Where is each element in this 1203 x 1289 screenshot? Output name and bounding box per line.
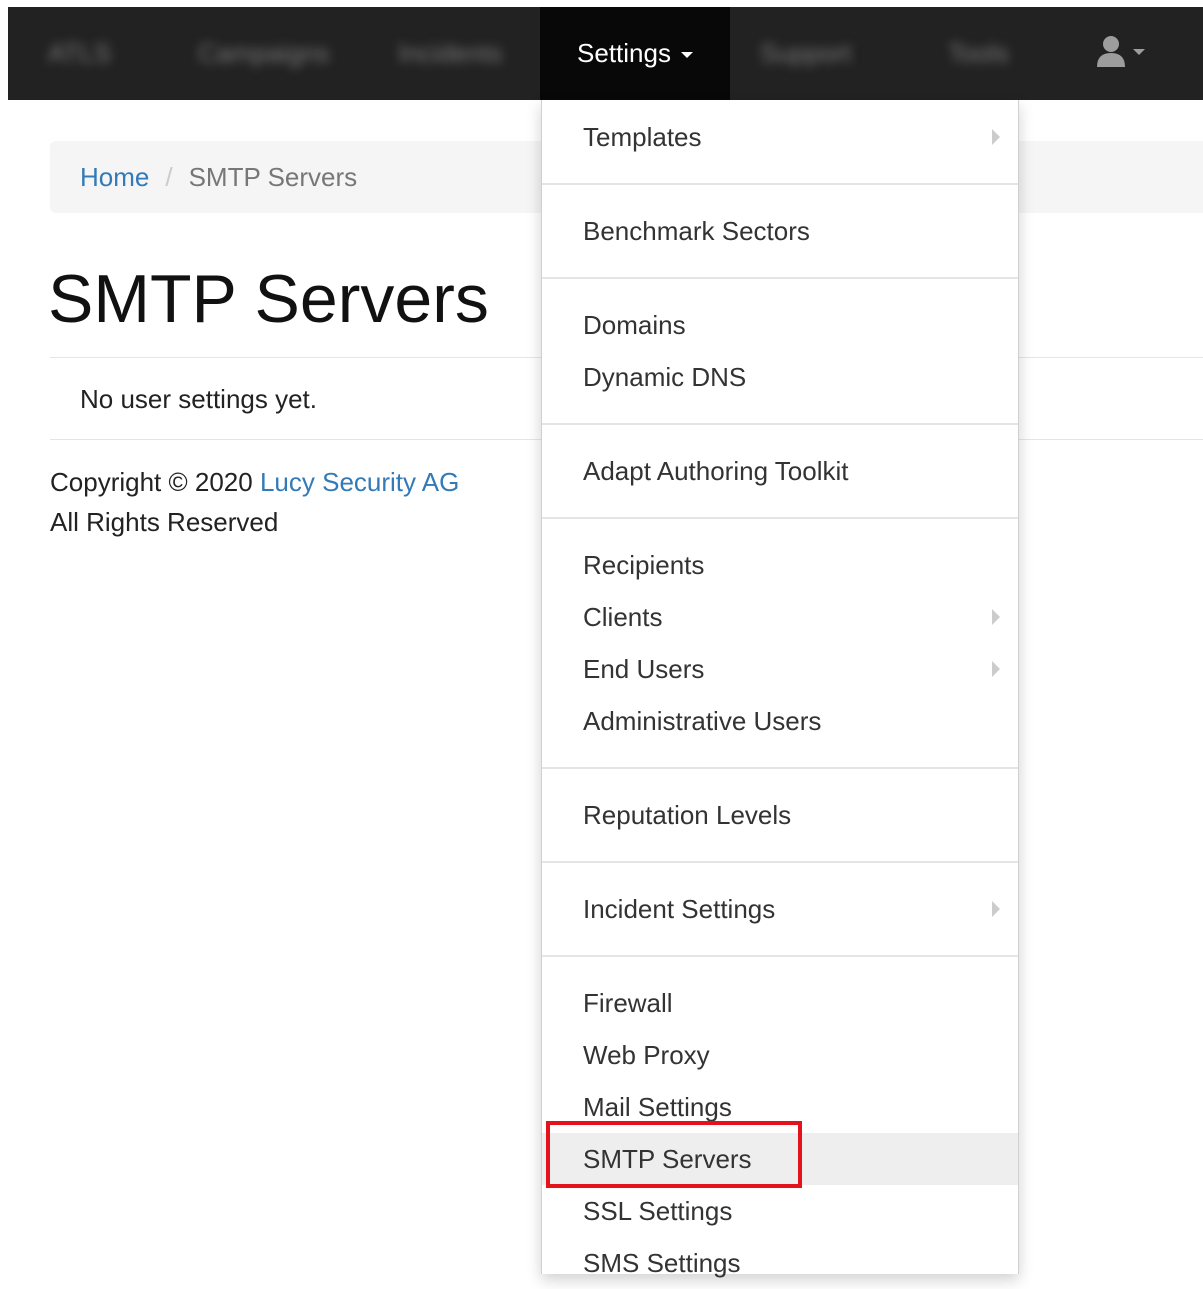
caret-down-icon bbox=[680, 52, 693, 59]
menu-item-ssl-settings[interactable]: SSL Settings bbox=[542, 1185, 1018, 1237]
settings-dropdown-menu: Templates Benchmark Sectors Domains Dyna… bbox=[541, 100, 1019, 1278]
menu-divider bbox=[542, 861, 1018, 863]
breadcrumb-separator: / bbox=[165, 162, 173, 192]
nav-campaigns[interactable]: Campaigns bbox=[198, 7, 330, 100]
menu-item-label: Adapt Authoring Toolkit bbox=[583, 456, 849, 486]
menu-item-label: Incident Settings bbox=[583, 894, 776, 924]
menu-item-domains[interactable]: Domains bbox=[542, 299, 1018, 351]
menu-divider bbox=[542, 955, 1018, 957]
menu-divider bbox=[542, 277, 1018, 279]
nav-settings[interactable]: Settings bbox=[540, 7, 730, 100]
menu-item-label: Dynamic DNS bbox=[583, 362, 747, 392]
menu-item-label: Web Proxy bbox=[583, 1040, 710, 1070]
menu-item-web-proxy[interactable]: Web Proxy bbox=[542, 1029, 1018, 1081]
user-icon bbox=[1097, 36, 1145, 67]
menu-item-label: Firewall bbox=[583, 988, 673, 1018]
nav-tools[interactable]: Tools bbox=[948, 7, 1009, 100]
rights-text: All Rights Reserved bbox=[50, 507, 279, 537]
menu-item-incident-settings[interactable]: Incident Settings bbox=[542, 883, 1018, 935]
menu-item-label: Templates bbox=[583, 122, 702, 152]
breadcrumb-current: SMTP Servers bbox=[188, 162, 358, 192]
copyright-text: Copyright © 2020 bbox=[50, 467, 260, 497]
menu-item-recipients[interactable]: Recipients bbox=[542, 539, 1018, 591]
menu-item-administrative-users[interactable]: Administrative Users bbox=[542, 695, 1018, 747]
menu-item-clients[interactable]: Clients bbox=[542, 591, 1018, 643]
menu-item-adapt-authoring-toolkit[interactable]: Adapt Authoring Toolkit bbox=[542, 445, 1018, 497]
menu-item-reputation-levels[interactable]: Reputation Levels bbox=[542, 789, 1018, 841]
menu-divider bbox=[542, 423, 1018, 425]
submenu-arrow-icon bbox=[992, 901, 1000, 917]
submenu-arrow-icon bbox=[992, 661, 1000, 677]
menu-item-benchmark-sectors[interactable]: Benchmark Sectors bbox=[542, 205, 1018, 257]
menu-item-sms-settings[interactable]: SMS Settings bbox=[542, 1237, 1018, 1289]
page-title: SMTP Servers bbox=[48, 261, 489, 337]
brand-logo[interactable]: ATLS bbox=[48, 7, 111, 100]
menu-item-firewall[interactable]: Firewall bbox=[542, 977, 1018, 1029]
annotation-highlight-box bbox=[546, 1121, 802, 1188]
nav-support[interactable]: Support bbox=[760, 7, 851, 100]
menu-item-label: Reputation Levels bbox=[583, 800, 792, 830]
menu-item-label: Domains bbox=[583, 310, 686, 340]
menu-divider bbox=[542, 767, 1018, 769]
menu-item-label: Recipients bbox=[583, 550, 705, 580]
menu-divider bbox=[542, 517, 1018, 519]
top-navbar: ATLS Campaigns Incidents Settings Suppor… bbox=[8, 7, 1203, 100]
nav-incidents[interactable]: Incidents bbox=[398, 7, 502, 100]
menu-item-dynamic-dns[interactable]: Dynamic DNS bbox=[542, 351, 1018, 403]
menu-item-templates[interactable]: Templates bbox=[542, 111, 1018, 163]
menu-item-label: Administrative Users bbox=[583, 706, 822, 736]
nav-settings-label: Settings bbox=[577, 38, 671, 68]
menu-item-label: Clients bbox=[583, 602, 663, 632]
menu-item-end-users[interactable]: End Users bbox=[542, 643, 1018, 695]
user-menu-button[interactable] bbox=[1095, 33, 1145, 73]
menu-divider bbox=[542, 183, 1018, 185]
menu-item-label: SSL Settings bbox=[583, 1196, 733, 1226]
menu-item-label: Benchmark Sectors bbox=[583, 216, 810, 246]
submenu-arrow-icon bbox=[992, 609, 1000, 625]
breadcrumb-home-link[interactable]: Home bbox=[80, 162, 149, 192]
empty-state-message: No user settings yet. bbox=[80, 384, 317, 414]
menu-item-label: Mail Settings bbox=[583, 1092, 732, 1122]
footer: Copyright © 2020 Lucy Security AG All Ri… bbox=[50, 462, 459, 542]
company-link[interactable]: Lucy Security AG bbox=[260, 467, 459, 497]
menu-item-label: End Users bbox=[583, 654, 705, 684]
submenu-arrow-icon bbox=[992, 129, 1000, 145]
